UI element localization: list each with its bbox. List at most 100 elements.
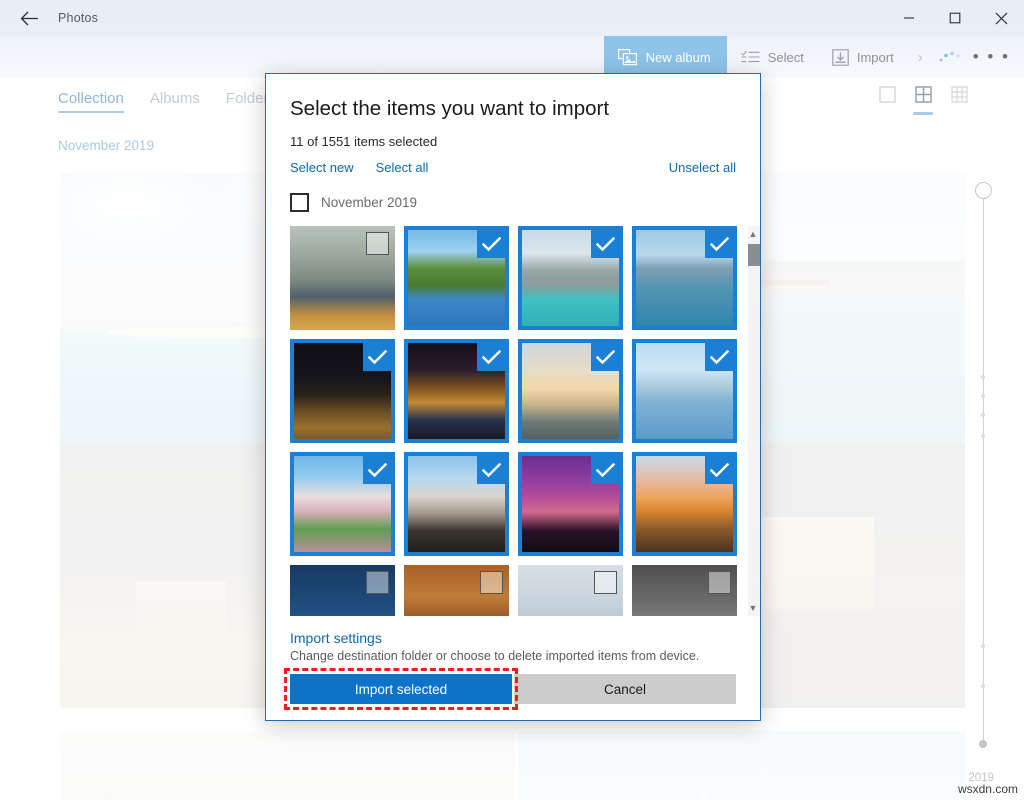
timeline-handle[interactable] [975,182,992,199]
tab-collection[interactable]: Collection [58,90,124,111]
thumbnail-night-sky-moon[interactable] [290,565,395,616]
thumbnail-cell[interactable] [290,565,404,616]
thumbnail-checked-icon[interactable] [363,456,391,484]
back-button[interactable] [6,2,52,34]
thumbnail-eiffel-tower-purple-dusk[interactable] [518,452,623,556]
thumbnail-bellagio-fountains-night[interactable] [404,339,509,443]
timeline-end-dot [979,740,987,748]
scroll-down-arrow-icon[interactable]: ▼ [746,600,760,616]
import-label: Import [857,50,894,65]
thumbnail-tall-building-sky[interactable] [518,565,623,616]
thumbnail-seine-river-daytime[interactable] [632,339,737,443]
scroll-up-arrow-icon[interactable]: ▲ [746,226,760,242]
cancel-button[interactable]: Cancel [514,674,736,704]
photos-app-window: Photos [0,0,1024,800]
thumbnail-disneyland-hotel-pink[interactable] [290,452,395,556]
scrollbar-thumb[interactable] [748,244,760,266]
import-selected-button[interactable]: Import selected [290,674,512,704]
thumbnail-monochrome-crowd[interactable] [632,565,737,616]
close-icon [995,12,1008,25]
thumbnail-cell[interactable] [518,226,632,339]
more-options-button[interactable]: • • • [967,47,1024,67]
thumbnail-cell[interactable] [404,452,518,565]
thumbnail-cell[interactable] [404,226,518,339]
thumbnail-checkbox[interactable] [366,571,389,594]
thumbnail-checked-icon[interactable] [705,343,733,371]
chevron-right-icon[interactable]: › [908,49,933,66]
thumbnail-cell[interactable] [632,339,746,452]
focus-highlight-box [284,668,518,710]
group-header-row[interactable]: November 2019 [290,193,760,212]
new-album-button[interactable]: New album [604,36,727,78]
dialog-title: Select the items you want to import [290,97,760,121]
tab-albums[interactable]: Albums [150,90,200,111]
thumbnail-checked-icon[interactable] [591,456,619,484]
scrollbar-track[interactable] [748,226,760,616]
thumbnail-cell[interactable] [290,226,404,339]
timeline-track [983,192,984,744]
thumbnail-checkbox[interactable] [594,571,617,594]
maximize-button[interactable] [932,0,978,36]
timeline-dot [981,684,985,688]
import-dialog: Select the items you want to import 11 o… [265,73,761,721]
view-size-small-underline [949,112,969,115]
thumbnail-green-hillside-lake[interactable] [404,226,509,330]
thumbnail-checked-icon[interactable] [705,230,733,258]
thumbnail-eiffel-tower-sunset[interactable] [632,452,737,556]
thumbnail-disneyland-hotel-evening[interactable] [404,452,509,556]
thumbnail-checked-icon[interactable] [477,230,505,258]
import-settings-link[interactable]: Import settings [290,630,760,646]
select-button[interactable]: Select [727,36,818,78]
thumbnail-checked-icon[interactable] [705,456,733,484]
thumbnail-checked-icon[interactable] [363,343,391,371]
select-all-link[interactable]: Select all [376,160,429,175]
thumbnail-checked-icon[interactable] [477,343,505,371]
maximize-icon [949,12,961,24]
thumbnail-checked-icon[interactable] [591,230,619,258]
view-size-small[interactable] [948,86,970,115]
group-checkbox[interactable] [290,193,309,212]
import-button[interactable]: Import [818,36,908,78]
thumbnail-grid [290,226,736,616]
thumbnail-grid-wrapper: ▲ ▼ [266,226,760,616]
single-square-icon [879,86,896,108]
thumbnail-cell[interactable] [518,565,632,616]
thumbnail-seine-river-sunset-boat[interactable] [518,339,623,443]
view-size-medium[interactable] [912,86,934,115]
sync-spinner-icon [933,36,967,78]
thumbnail-cell[interactable] [290,452,404,565]
thumbnail-turquoise-bay-city-aerial[interactable] [518,226,623,330]
grid-2x2-icon [915,86,932,108]
collage-photo-blue-sky-tower[interactable] [518,731,965,800]
thumbnail-cell[interactable] [290,339,404,452]
thumbnail-riverside-old-town-flowers[interactable] [290,226,395,330]
minimize-button[interactable] [886,0,932,36]
thumbnail-checked-icon[interactable] [477,456,505,484]
thumbnail-paris-hotel-night-las-vegas[interactable] [290,339,395,443]
dialog-scrollbar[interactable]: ▲ ▼ [746,226,760,616]
thumbnail-cell[interactable] [518,339,632,452]
thumbnail-cell[interactable] [518,452,632,565]
thumbnail-checked-icon[interactable] [591,343,619,371]
thumbnail-golden-gate-bridge[interactable] [632,226,737,330]
timeline-dot [981,413,985,417]
timeline-scrubber[interactable] [962,182,1002,766]
view-size-large[interactable] [876,86,898,115]
select-new-link[interactable]: Select new [290,160,354,175]
new-album-label: New album [646,50,711,65]
thumbnail-cell[interactable] [404,565,518,616]
thumbnail-cell[interactable] [632,452,746,565]
import-settings-description: Change destination folder or choose to d… [290,649,760,663]
thumbnail-checkbox[interactable] [366,232,389,255]
collage-photo-misty-cathedral[interactable] [60,731,515,800]
dialog-button-row: Import selected Cancel [290,674,736,704]
thumbnail-desert-canyon-rock[interactable] [404,565,509,616]
thumbnail-cell[interactable] [632,226,746,339]
thumbnail-checkbox[interactable] [708,571,731,594]
unselect-all-link[interactable]: Unselect all [669,160,736,175]
grid-3x3-icon [951,86,968,108]
thumbnail-checkbox[interactable] [480,571,503,594]
close-button[interactable] [978,0,1024,36]
thumbnail-cell[interactable] [632,565,746,616]
thumbnail-cell[interactable] [404,339,518,452]
